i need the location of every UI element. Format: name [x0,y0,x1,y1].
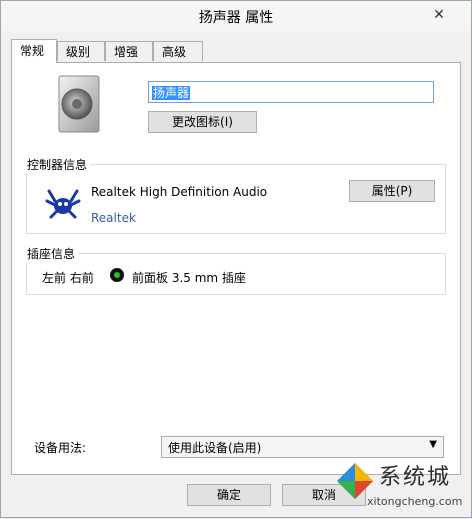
watermark-url: xitongcheng.com [367,495,463,508]
tab-general[interactable]: 常规 [11,39,57,63]
controller-name: Realtek High Definition Audio [91,185,268,199]
close-button[interactable]: ✕ [427,4,451,26]
jack-info-label: 插座信息 [25,245,79,262]
realtek-crab-icon [45,189,81,219]
controller-info-label: 控制器信息 [25,156,91,173]
general-panel: 扬声器 更改图标(I) 控制器信息 Realtek High Definitio… [11,62,461,475]
tab-levels[interactable]: 级别 [57,41,105,61]
controller-info-group: 控制器信息 Realtek High Definition Audio Real… [25,156,446,234]
close-icon: ✕ [433,7,445,23]
watermark-brand: 系统城 [379,465,452,490]
jack-position: 左前 右前 [42,271,94,285]
title-bar: 扬声器 属性 ✕ [1,1,471,31]
jack-info-group: 插座信息 左前 右前 前面板 3.5 mm 插座 [25,245,446,295]
tab-advanced[interactable]: 高级 [153,41,203,61]
window-title: 扬声器 属性 [198,10,274,26]
device-name-text: 扬声器 [152,86,191,100]
controller-properties-button[interactable]: 属性(P) [349,180,435,202]
jack-color-indicator [110,268,124,282]
chevron-down-icon: ▼ [429,439,437,450]
properties-window: 扬声器 属性 ✕ 常规 级别 增强 高级 扬声器 更改图标(I) 控制器信息 R… [0,0,472,518]
controller-manufacturer: Realtek [91,211,136,225]
ok-button[interactable]: 确定 [187,484,271,506]
device-usage-value: 使用此设备(启用) [168,441,262,455]
jack-description: 前面板 3.5 mm 插座 [132,271,246,285]
watermark: 系统城 xitongcheng.com [331,457,471,519]
change-icon-button[interactable]: 更改图标(I) [148,111,257,133]
device-usage-select[interactable]: 使用此设备(启用) ▼ [161,436,444,458]
device-usage-label: 设备用法: [34,441,87,455]
tab-enhancements[interactable]: 增强 [105,41,153,61]
device-name-input[interactable]: 扬声器 [148,81,434,103]
speaker-icon [58,75,100,133]
